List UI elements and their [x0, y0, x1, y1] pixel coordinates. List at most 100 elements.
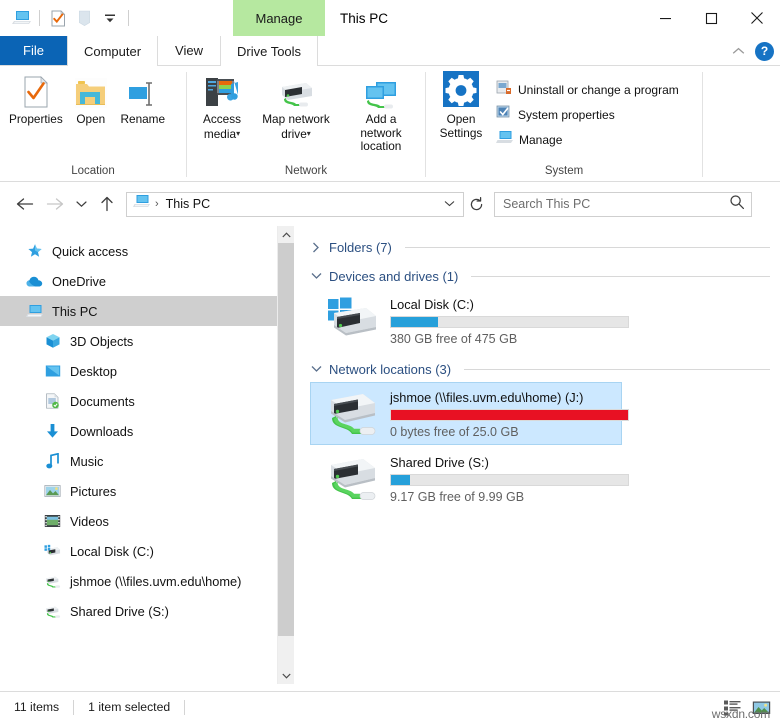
- properties-icon[interactable]: [45, 5, 71, 31]
- sidebar-item-pictures[interactable]: Pictures: [0, 476, 277, 506]
- group-rule: [464, 368, 770, 370]
- group-folders[interactable]: Folders (7): [310, 234, 770, 260]
- chevron-right-icon[interactable]: [310, 242, 322, 253]
- sidebar-item-onedrive[interactable]: OneDrive: [0, 266, 277, 296]
- refresh-button[interactable]: [464, 192, 488, 217]
- sidebar-item-label: Shared Drive (S:): [70, 603, 169, 619]
- manage-label: Manage: [519, 132, 563, 147]
- sidebar-item-videos[interactable]: Videos: [0, 506, 277, 536]
- back-button[interactable]: [10, 189, 40, 219]
- map-network-drive-label: Map network drive ▾: [262, 112, 330, 141]
- properties-button[interactable]: Properties: [4, 72, 68, 127]
- sidebar-item-label: Videos: [70, 513, 109, 529]
- sidebar-item-downloads[interactable]: Downloads: [0, 416, 277, 446]
- rename-label: Rename: [120, 112, 166, 126]
- sidebar-item-documents[interactable]: Documents: [0, 386, 277, 416]
- minimize-button[interactable]: [642, 0, 688, 36]
- window-title: This PC: [340, 10, 389, 26]
- sidebar-item-quick-access[interactable]: Quick access: [0, 236, 277, 266]
- sidebar-item-this-pc[interactable]: This PC: [0, 296, 277, 326]
- tab-file[interactable]: File: [0, 36, 67, 65]
- cloud-icon: [26, 273, 43, 290]
- scroll-up-button[interactable]: [278, 226, 294, 243]
- breadcrumb-current[interactable]: This PC: [166, 197, 210, 211]
- this-pc-icon[interactable]: [8, 5, 34, 31]
- drive-tile-shared-drive-s[interactable]: Shared Drive (S:) 9.17 GB free of 9.99 G…: [310, 447, 629, 510]
- drive-tile-local-disk-c[interactable]: Local Disk (C:) 380 GB free of 475 GB: [310, 289, 629, 352]
- watermark: wsxdn.com: [711, 707, 770, 721]
- new-folder-icon[interactable]: [71, 5, 97, 31]
- this-pc-icon: [26, 303, 43, 320]
- sidebar-item-label: Local Disk (C:): [70, 543, 154, 559]
- drive-tile-jshmoe[interactable]: jshmoe (\\files.uvm.edu\home) (J:) 0 byt…: [310, 382, 629, 445]
- open-button[interactable]: Open: [68, 72, 114, 127]
- help-icon[interactable]: ?: [755, 41, 774, 61]
- desktop-icon: [44, 363, 61, 380]
- qat-divider-1: [39, 10, 40, 26]
- ribbon-group-system: Open Settings Uninstall or change a prog…: [426, 66, 702, 181]
- windows-drive-icon: [326, 295, 380, 343]
- close-button[interactable]: [734, 0, 780, 36]
- network-drive-icon: [326, 453, 380, 501]
- qat-divider-2: [128, 10, 129, 26]
- sidebar-item-3d-objects[interactable]: 3D Objects: [0, 326, 277, 356]
- up-button[interactable]: [92, 189, 122, 219]
- chevron-down-icon[interactable]: [310, 272, 322, 280]
- sidebar-item-local-disk-c[interactable]: Local Disk (C:): [0, 536, 277, 566]
- add-network-location-button[interactable]: Add a network location: [339, 72, 423, 154]
- manage-item[interactable]: Manage: [492, 128, 683, 151]
- system-properties-icon: [496, 104, 512, 125]
- group-title: Devices and drives (1): [329, 268, 459, 284]
- chevron-down-icon[interactable]: [444, 199, 459, 210]
- group-devices-and-drives[interactable]: Devices and drives (1): [310, 263, 770, 289]
- sidebar-item-label: Desktop: [70, 363, 117, 379]
- system-properties-label: System properties: [518, 107, 615, 122]
- chevron-down-icon[interactable]: ▾: [307, 127, 311, 141]
- breadcrumb[interactable]: › This PC: [126, 191, 464, 217]
- system-properties-item[interactable]: System properties: [492, 103, 683, 126]
- open-folder-icon: [74, 75, 108, 109]
- sidebar-item-desktop[interactable]: Desktop: [0, 356, 277, 386]
- access-media-button[interactable]: Access media ▾: [191, 72, 253, 141]
- group-rule: [404, 246, 770, 248]
- quick-access-toolbar: [0, 0, 134, 36]
- videos-icon: [44, 513, 61, 530]
- chevron-down-icon[interactable]: ▾: [236, 127, 240, 141]
- sidebar-item-label: This PC: [52, 303, 98, 319]
- rename-button[interactable]: Rename: [114, 72, 172, 127]
- tab-view[interactable]: View: [158, 36, 220, 65]
- add-network-location-label: Add a network location: [360, 112, 402, 153]
- search-input[interactable]: Search This PC: [494, 191, 752, 217]
- download-arrow-icon: [44, 423, 61, 440]
- chevron-up-icon[interactable]: [727, 40, 749, 62]
- file-list-pane[interactable]: Folders (7) Devices and drives (1) Local…: [294, 226, 780, 684]
- maximize-button[interactable]: [688, 0, 734, 36]
- this-pc-icon: [133, 194, 150, 214]
- ribbon-group-location: Properties Open Rename Location: [0, 66, 186, 181]
- chevron-down-icon[interactable]: [310, 365, 322, 373]
- drive-capacity-text: 0 bytes free of 25.0 GB: [390, 425, 519, 439]
- recent-locations-button[interactable]: [70, 189, 92, 219]
- open-label: Open: [76, 112, 106, 126]
- drive-info: Shared Drive (S:) 9.17 GB free of 9.99 G…: [390, 453, 629, 504]
- map-network-drive-button[interactable]: Map network drive ▾: [253, 72, 339, 141]
- customize-qat-icon[interactable]: [97, 5, 123, 31]
- open-settings-label: Open Settings: [439, 112, 483, 140]
- group-network-locations[interactable]: Network locations (3): [310, 356, 770, 382]
- sidebar-item-shared-drive-s[interactable]: Shared Drive (S:): [0, 596, 277, 626]
- tab-computer[interactable]: Computer: [66, 36, 159, 67]
- sidebar-item-jshmoe[interactable]: jshmoe (\\files.uvm.edu\home): [0, 566, 277, 596]
- ribbon-tab-strip: File Computer View Drive Tools ?: [0, 36, 780, 67]
- open-settings-button[interactable]: Open Settings: [430, 71, 492, 140]
- scroll-down-button[interactable]: [278, 667, 294, 684]
- sidebar-item-music[interactable]: Music: [0, 446, 277, 476]
- status-divider-2: [184, 699, 186, 715]
- uninstall-program-item[interactable]: Uninstall or change a program: [492, 78, 683, 101]
- ribbon-group-network-title: Network: [284, 165, 328, 177]
- navigation-scrollbar[interactable]: [277, 226, 294, 684]
- contextual-tab-header[interactable]: Manage: [233, 0, 325, 36]
- search-icon[interactable]: [729, 194, 745, 215]
- scroll-thumb[interactable]: [278, 243, 294, 636]
- access-media-label: Access media ▾: [203, 112, 241, 141]
- tab-drive-tools[interactable]: Drive Tools: [219, 36, 319, 67]
